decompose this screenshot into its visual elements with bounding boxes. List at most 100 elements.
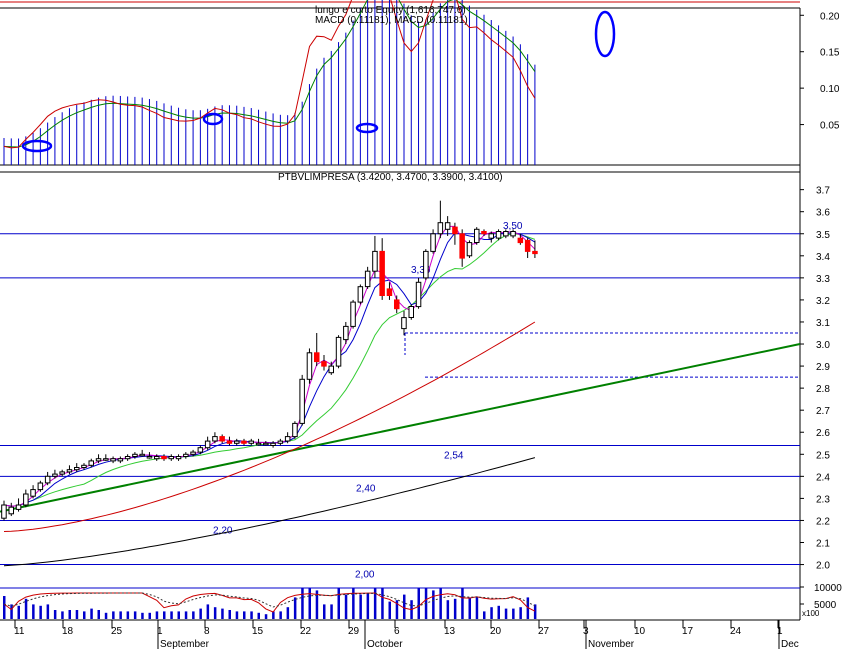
candle-body <box>154 456 160 460</box>
price-tick-label: 3.3 <box>816 274 830 285</box>
level-lines: 3,503,302,542,402,202,00 <box>0 221 800 581</box>
price-tick-label: 3.1 <box>816 318 830 329</box>
price-tick-label: 2.5 <box>816 450 830 461</box>
axes: 3.7 3.6 3.5 3.4 3.3 3.2 3.1 3.0 2.9 2.8 2.7 2.6 2.5 2… <box>14 11 842 649</box>
candle-body <box>314 352 320 363</box>
highlight-ellipse <box>594 10 616 58</box>
x-day-label: 29 <box>348 626 360 637</box>
candle-body <box>277 440 284 444</box>
candle-body <box>357 286 364 303</box>
candle-body <box>30 489 36 497</box>
candle-body <box>95 458 102 462</box>
candle-body <box>226 440 233 444</box>
x-day-label: 13 <box>444 626 456 637</box>
long-moving-average-line <box>3 457 536 567</box>
volume-bar <box>359 594 362 619</box>
candle-body <box>437 222 444 235</box>
candle-body <box>139 453 145 457</box>
candle-body <box>161 456 167 460</box>
volume-bar <box>461 588 464 619</box>
volume-bar <box>75 610 79 619</box>
volume-bar <box>352 588 355 619</box>
candle-body <box>394 299 400 310</box>
candle-body <box>132 453 138 457</box>
candle-body <box>8 506 14 515</box>
candle-body <box>372 250 378 272</box>
macd-tick-label: 0.10 <box>820 84 840 95</box>
candle-body <box>23 493 29 506</box>
candle-body <box>212 436 218 442</box>
candle-body <box>423 250 429 279</box>
price-tick-label: 3.5 <box>816 230 830 241</box>
volume-bar <box>133 611 137 619</box>
volume-bar <box>155 611 159 619</box>
price-tick-label: 3.4 <box>816 252 830 263</box>
x-day-label: 20 <box>490 626 502 637</box>
highlight-ellipse <box>21 139 53 153</box>
candle-body <box>183 453 189 457</box>
volume-bar <box>177 611 180 619</box>
volume-bar <box>403 594 406 619</box>
candles <box>1 200 538 521</box>
volume-bar <box>286 607 290 619</box>
candle-body <box>415 281 422 308</box>
volume-bar <box>104 612 108 619</box>
volume-bar <box>432 590 435 619</box>
x-day-label: 27 <box>538 626 550 637</box>
candle-body <box>197 447 204 453</box>
slow-moving-average-line <box>3 321 536 532</box>
macd-panel <box>3 0 616 165</box>
volume-bar <box>46 604 50 619</box>
volume-bar <box>272 611 275 619</box>
x-month-label: September <box>160 639 210 649</box>
indicator-lines <box>0 225 801 567</box>
volume-bar <box>497 605 500 619</box>
candle-body <box>234 440 240 444</box>
price-tick-label: 3.7 <box>816 186 830 197</box>
x-day-label: 6 <box>394 626 400 637</box>
volume-bar <box>279 611 282 619</box>
candle-body <box>263 442 269 446</box>
candle-body <box>328 365 334 374</box>
candle-body <box>306 352 313 380</box>
x-day-label: 1 <box>777 626 783 637</box>
candle-body <box>37 482 44 491</box>
candle-body <box>386 288 393 296</box>
candle-body <box>321 361 327 367</box>
candle-body <box>284 436 291 442</box>
volume-bar <box>184 611 188 619</box>
candle-body <box>343 325 349 341</box>
volume-bar <box>519 607 522 619</box>
candle-body <box>335 336 342 367</box>
volume-bar <box>199 608 202 619</box>
volume-bar <box>112 611 115 619</box>
volume-bar <box>323 604 326 619</box>
macd-tick-label: 0.20 <box>820 11 840 22</box>
volume-bar <box>475 597 479 619</box>
volume-bar <box>366 593 370 619</box>
candle-body <box>364 270 371 288</box>
volume-bar <box>163 611 166 619</box>
volume-bar <box>83 611 86 619</box>
price-tick-label: 2.0 <box>816 561 830 572</box>
highlight-ellipse <box>202 112 224 126</box>
candle-body <box>59 471 65 475</box>
candle-body <box>503 231 509 237</box>
candle-body <box>474 228 480 244</box>
volume-bar <box>119 611 122 619</box>
candle-body <box>103 458 109 461</box>
volume-bar <box>141 612 144 619</box>
volume-bar <box>293 597 297 619</box>
candle-body <box>146 456 153 459</box>
candle-body <box>15 504 22 510</box>
candle-body <box>168 456 174 460</box>
volume-bar <box>453 598 457 619</box>
volume-unit-label: x100 <box>802 609 820 618</box>
volume-bar <box>417 588 420 619</box>
x-day-label: 25 <box>111 626 123 637</box>
volume-bar <box>337 588 340 619</box>
candle-body <box>190 451 196 455</box>
volume-bar <box>53 610 57 619</box>
level-label: 2,54 <box>444 450 464 461</box>
candle-body <box>517 237 524 244</box>
